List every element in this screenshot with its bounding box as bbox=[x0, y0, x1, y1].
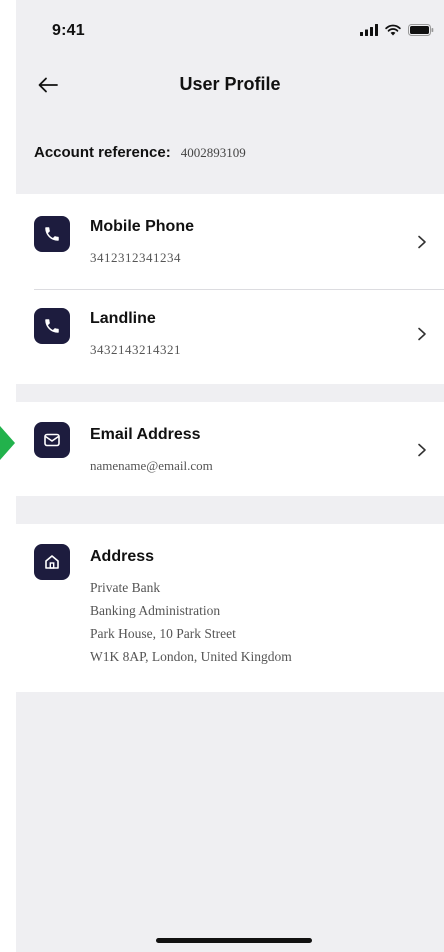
mobile-phone-value: 3412312341234 bbox=[90, 250, 181, 265]
account-reference-label: Account reference: bbox=[34, 144, 171, 161]
mobile-phone-row[interactable]: Mobile Phone 3412312341234 bbox=[16, 194, 444, 290]
phone-icon bbox=[34, 308, 70, 344]
address-line: Park House, 10 Park Street bbox=[90, 626, 236, 641]
address-line: W1K 8AP, London, United Kingdom bbox=[90, 649, 292, 664]
home-indicator[interactable] bbox=[156, 938, 312, 943]
account-reference-value: 4002893109 bbox=[180, 145, 246, 160]
mobile-phone-title: Mobile Phone bbox=[90, 218, 194, 235]
status-icons bbox=[360, 24, 434, 36]
status-time: 9:41 bbox=[52, 22, 85, 39]
chevron-right-icon bbox=[414, 234, 430, 250]
status-bar: 9:41 bbox=[16, 0, 444, 64]
email-address-row[interactable]: Email Address namename@email.com bbox=[16, 402, 444, 496]
address-line: Banking Administration bbox=[90, 603, 221, 618]
landline-value: 3432143214321 bbox=[90, 342, 181, 357]
landline-title: Landline bbox=[90, 310, 156, 327]
phones-card: Mobile Phone 3412312341234 Landline 3432… bbox=[16, 194, 444, 384]
email-address-title: Email Address bbox=[90, 426, 201, 443]
address-line: Private Bank bbox=[90, 580, 161, 595]
email-card: Email Address namename@email.com bbox=[16, 402, 444, 496]
chevron-right-icon bbox=[414, 442, 430, 458]
phone-screen: 9:41 User Profile Account reference: 400… bbox=[16, 0, 444, 952]
page-title: User Profile bbox=[179, 74, 281, 94]
address-card: Address Private Bank Banking Administrat… bbox=[16, 524, 444, 692]
home-icon bbox=[34, 544, 70, 580]
chevron-right-icon bbox=[414, 326, 430, 342]
email-address-value: namename@email.com bbox=[90, 458, 213, 473]
signal-icon bbox=[360, 24, 378, 36]
address-title: Address bbox=[90, 548, 155, 565]
landline-row[interactable]: Landline 3432143214321 bbox=[16, 290, 444, 386]
address-lines: Private Bank Banking Administration Park… bbox=[90, 576, 292, 668]
phone-icon bbox=[34, 216, 70, 252]
wifi-icon bbox=[385, 24, 401, 36]
battery-icon bbox=[408, 24, 434, 36]
account-reference: Account reference: 4002893109 bbox=[34, 144, 246, 161]
mail-icon bbox=[34, 422, 70, 458]
nav-bar: User Profile bbox=[16, 62, 444, 108]
selection-marker bbox=[0, 426, 15, 460]
